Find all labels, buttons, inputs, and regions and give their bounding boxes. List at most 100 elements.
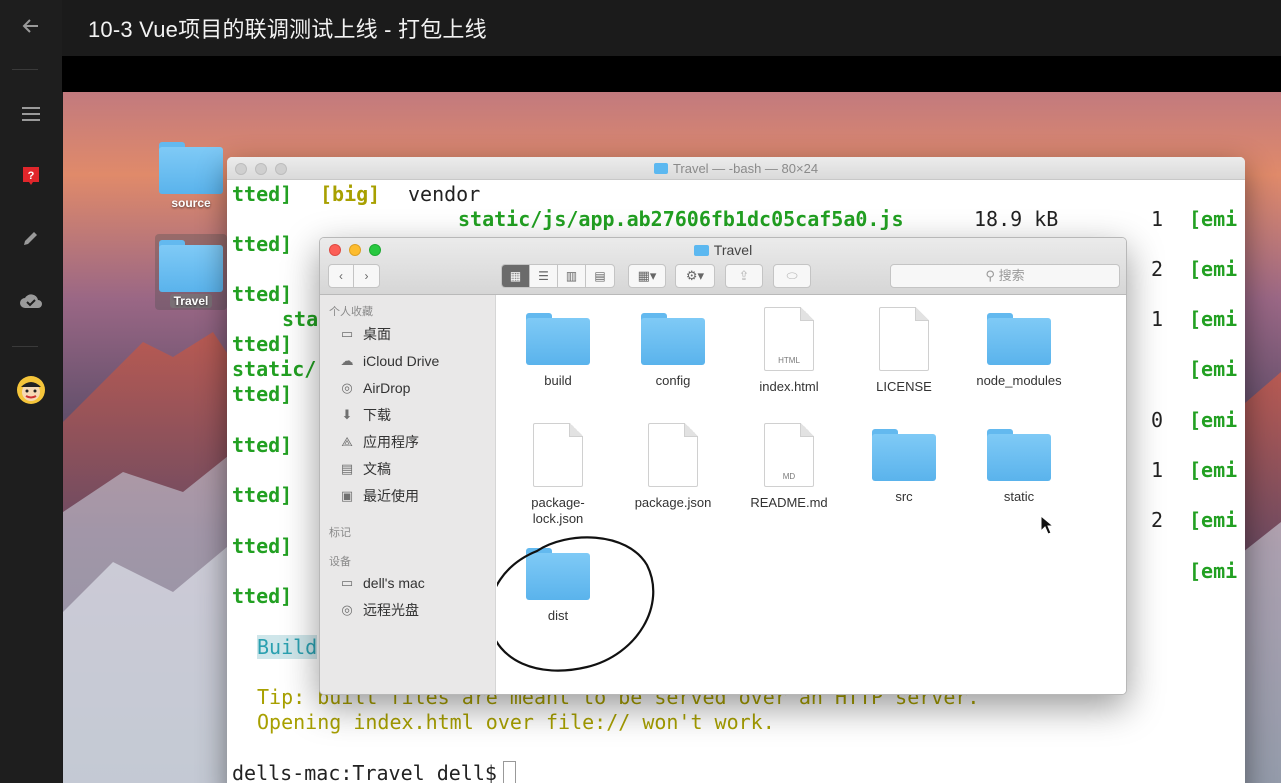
folder-icon [159,240,223,292]
sidebar-item-label: AirDrop [363,380,411,396]
terminal-line: static/js/app.ab27606fb1dc05caf5a0.js [458,207,904,231]
sidebar-item-label: 下载 [363,407,391,423]
terminal-line: vendor [408,182,481,206]
tag-icon[interactable]: ⬭ [773,264,811,288]
search-icon: ⚲ [985,268,999,283]
sidebar-item-applications[interactable]: ⟁ 应用程序 [338,431,419,453]
rail-divider [12,346,38,347]
terminal-line: 2 [1151,257,1164,281]
terminal-line: [emi [1189,458,1238,482]
list-view-icon[interactable]: ☰ [530,265,558,287]
desktop-folder-travel[interactable]: Travel [155,234,227,310]
terminal-line: 1 [1151,207,1164,231]
terminal-line: tted] [232,332,293,356]
back-arrow-icon[interactable] [0,4,62,48]
sidebar-item-mac[interactable]: ▭ dell's mac [338,572,425,594]
terminal-line: tted] [232,382,293,406]
text-cursor [502,761,516,783]
sidebar-item-label: 远程光盘 [363,602,419,618]
terminal-line: 2 [1151,508,1164,532]
folder-icon [653,163,668,174]
laptop-icon: ▭ [340,575,354,590]
question-icon[interactable]: ? [0,154,62,198]
view-mode-control[interactable]: ▦ ☰ ▥ ▤ [501,264,615,288]
terminal-title: Travel — -bash — 80×24 [227,161,1245,176]
sidebar-item-airdrop[interactable]: ◎ AirDrop [338,377,410,399]
page-title: 10-3 Vue项目的联调测试上线 - 打包上线 [88,17,487,42]
title-bar: 10-3 Vue项目的联调测试上线 - 打包上线 [62,0,1281,56]
sidebar-item-label: iCloud Drive [363,353,440,369]
gallery-view-icon[interactable]: ▤ [586,265,614,287]
search-placeholder: 搜索 [998,268,1025,283]
video-letterbox [62,56,1281,92]
rail-divider [12,69,38,70]
search-input[interactable]: ⚲ 搜索 [890,264,1120,288]
sidebar-item-label: 应用程序 [363,434,419,450]
sidebar-item-documents[interactable]: ▤ 文稿 [338,458,391,480]
desktop-icon-label: source [171,196,211,210]
prompt-text: dells-mac:Travel dell$ [232,761,497,783]
forward-icon[interactable]: › [354,265,379,287]
icon-view-icon[interactable]: ▦ [502,265,530,287]
group-by-icon[interactable]: ▦▾ [628,264,666,288]
sidebar-item-label: 最近使用 [363,488,419,504]
finder-file-grid: build config HTML index.html LICENSE nod… [497,295,1126,694]
terminal-line: [emi [1189,408,1238,432]
sidebar-item-desktop[interactable]: ▭ 桌面 [338,323,391,345]
terminal-line: tted] [232,584,293,608]
finder-sidebar: 个人收藏 ▭ 桌面 ☁ iCloud Drive ◎ AirDrop ⬇ 下载 ⟁ 应用程… [320,295,496,694]
menu-icon[interactable] [0,92,62,136]
airdrop-icon: ◎ [341,380,353,395]
documents-icon: ▤ [340,461,354,476]
desktop-folder-source[interactable]: source [159,142,223,210]
finder-title: Travel [320,242,1126,258]
video-player-app: ? 10-3 Vue项目的联调测试上线 - 打包上线 source Travel… [0,0,1281,783]
terminal-line: tted] [232,534,293,558]
back-icon[interactable]: ‹ [329,265,355,287]
apps-icon: ⟁ [341,434,353,449]
terminal-line: sta [282,307,319,331]
column-view-icon[interactable]: ▥ [558,265,586,287]
terminal-line: [emi [1189,207,1238,231]
share-icon[interactable]: ⇪ [725,264,763,288]
recents-icon: ▣ [340,488,354,503]
disc-icon: ◎ [341,602,353,617]
gear-icon[interactable]: ⚙▾ [675,264,715,288]
terminal-line: [big] [320,182,381,206]
terminal-line: tted] [232,433,293,457]
terminal-line: 1 [1151,307,1164,331]
pencil-icon[interactable] [0,216,62,260]
cloud-icon[interactable] [0,279,62,323]
sidebar-section-favorites: 个人收藏 [329,306,373,318]
sidebar-item-label: dell's mac [363,575,425,591]
finder-title-text: Travel [713,242,753,258]
sidebar-item-downloads[interactable]: ⬇ 下载 [338,404,391,426]
terminal-line: 18.9 kB [974,207,1059,231]
download-icon: ⬇ [341,407,353,422]
sidebar-item-label: 文稿 [363,461,391,477]
folder-icon [159,142,223,194]
left-rail: ? [0,0,62,783]
finder-window[interactable]: Travel ‹ › ▦ ☰ ▥ ▤ ▦▾ ⚙▾ ⇪ ⬭ ⚲ 搜索 个人收藏 ▭… [319,237,1127,695]
avatar[interactable] [0,368,62,412]
finder-toolbar: Travel ‹ › ▦ ☰ ▥ ▤ ▦▾ ⚙▾ ⇪ ⬭ ⚲ 搜索 [320,238,1126,295]
back-forward-control[interactable]: ‹ › [328,264,380,288]
terminal-title-text: Travel — -bash — 80×24 [672,161,819,176]
desktop-icon-label: Travel [169,294,213,308]
terminal-line: static/ [232,357,317,381]
warning-line: Opening index.html over file:// won't wo… [257,710,775,734]
sidebar-item-recents[interactable]: ▣ 最近使用 [338,485,419,507]
folder-icon [693,245,709,256]
terminal-line: tted] [232,182,293,206]
terminal-line: [emi [1189,307,1238,331]
cloud-icon: ☁ [340,353,354,368]
sidebar-item-remote-disc[interactable]: ◎ 远程光盘 [338,599,419,621]
shell-prompt[interactable]: dells-mac:Travel dell$ [232,761,516,783]
terminal-line: 1 [1151,458,1164,482]
sidebar-item-icloud[interactable]: ☁ iCloud Drive [338,350,440,372]
svg-text:?: ? [28,170,35,182]
terminal-line: [emi [1189,508,1238,532]
terminal-line: tted] [232,483,293,507]
hand-drawn-circle-annotation [497,536,655,672]
sidebar-section-devices: 设备 [329,556,351,568]
